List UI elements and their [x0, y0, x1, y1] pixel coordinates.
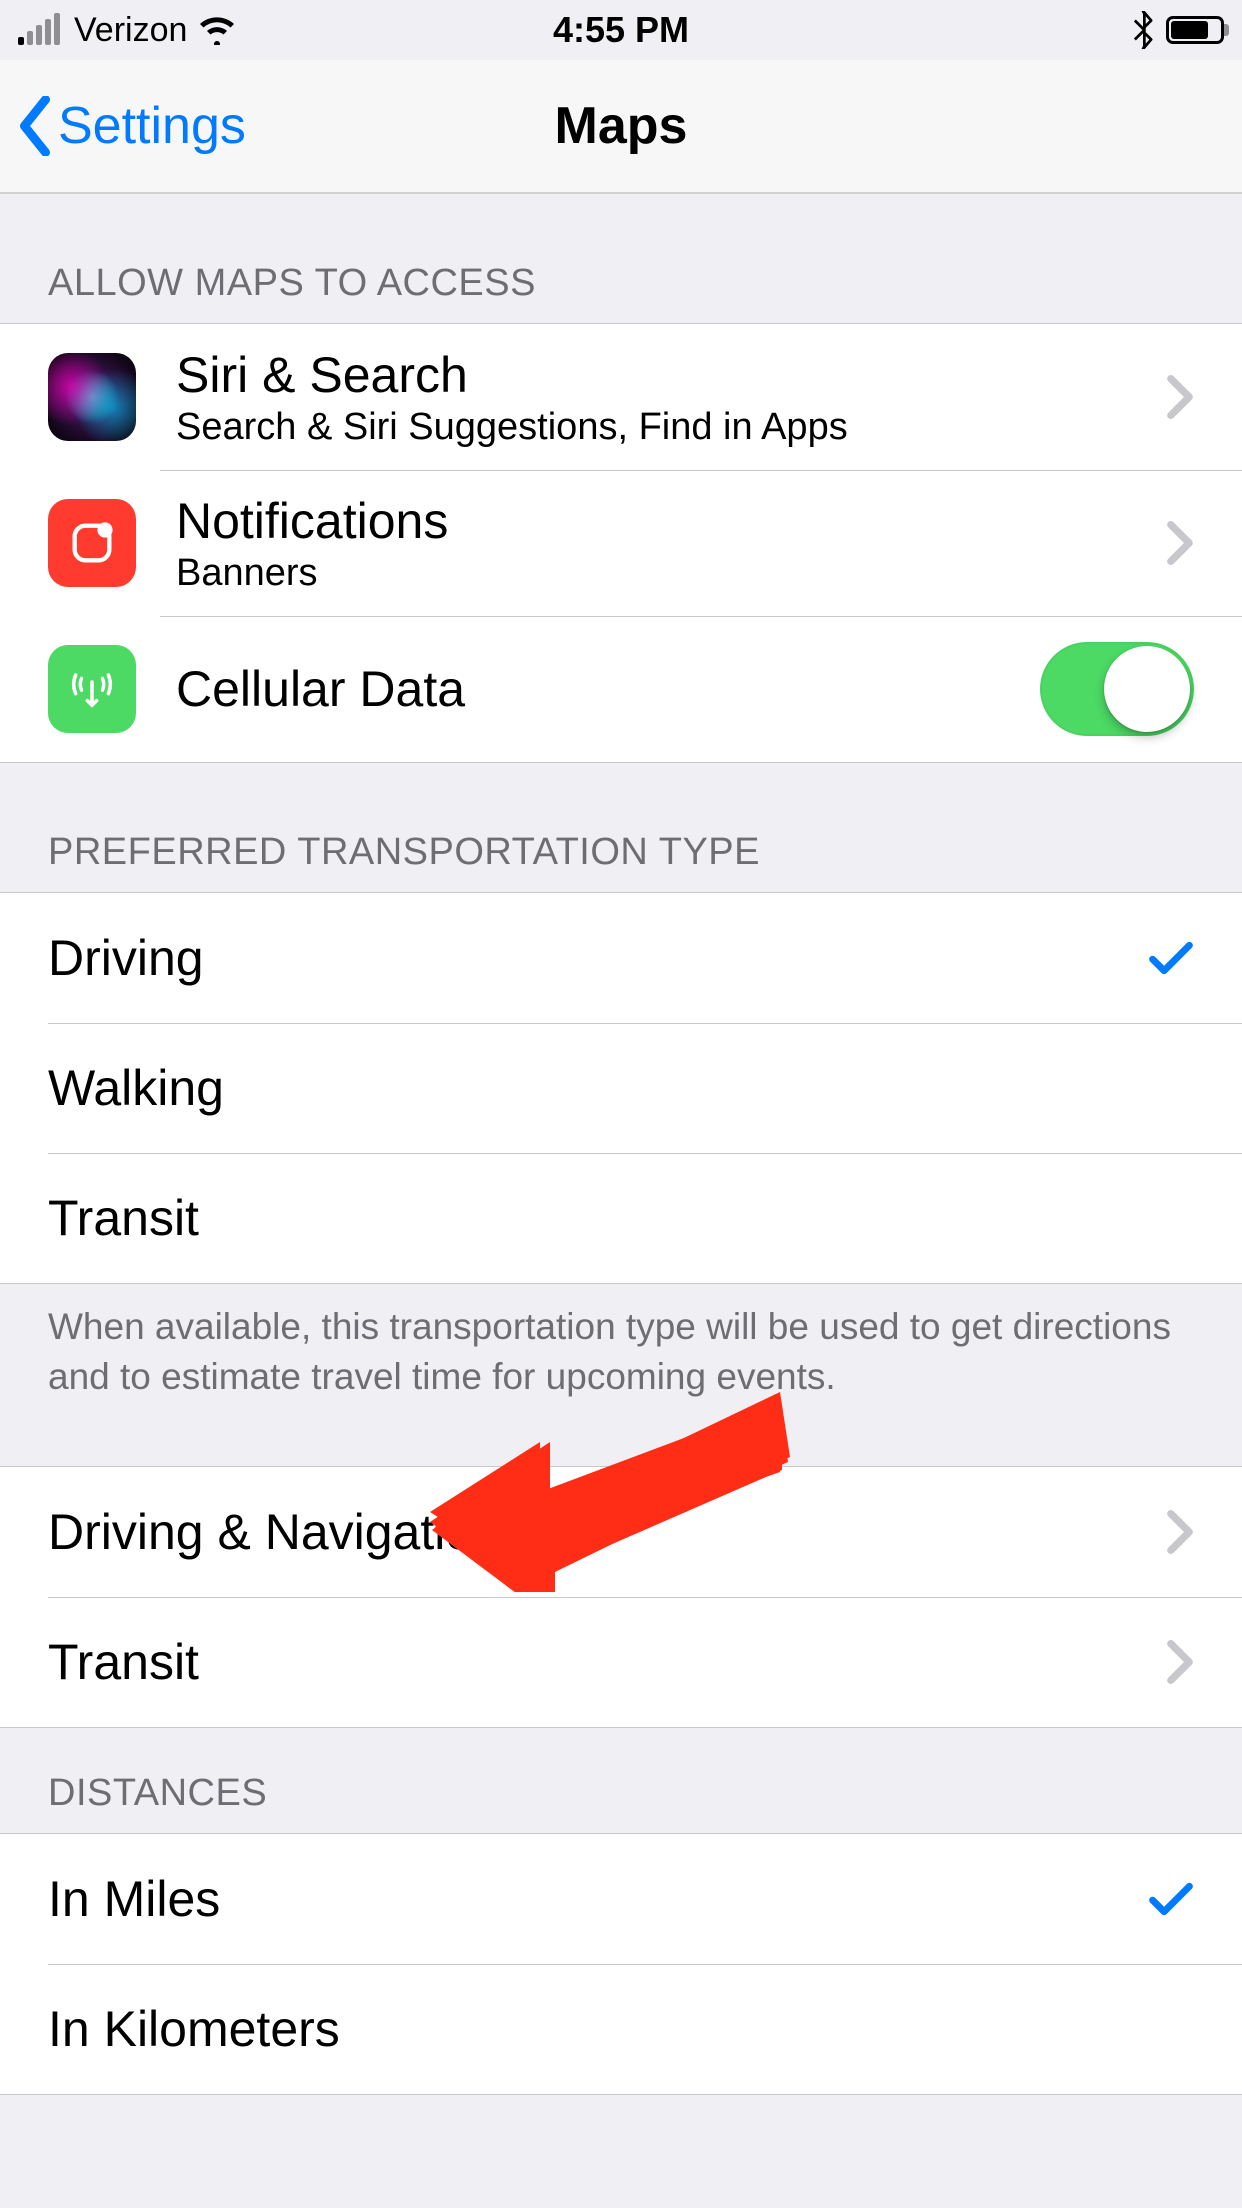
row-sub-siri: Search & Siri Suggestions, Find in Apps: [176, 406, 1146, 449]
back-label: Settings: [58, 96, 246, 156]
group-access: Siri & Search Search & Siri Suggestions,…: [0, 323, 1242, 763]
row-transport-driving[interactable]: Driving: [0, 893, 1242, 1023]
checkmark-icon: [1148, 938, 1194, 978]
chevron-right-icon: [1166, 375, 1194, 419]
row-notifications[interactable]: Notifications Banners: [0, 470, 1242, 616]
nav-bar: Settings Maps: [0, 60, 1242, 194]
row-siri-search[interactable]: Siri & Search Search & Siri Suggestions,…: [0, 324, 1242, 470]
back-button[interactable]: Settings: [16, 96, 246, 156]
row-title-siri: Siri & Search: [176, 346, 1146, 404]
signal-icon: [18, 15, 60, 45]
section-header-transport: PREFERRED TRANSPORTATION TYPE: [0, 763, 1242, 892]
checkmark-icon: [1148, 1879, 1194, 1919]
row-transport-walking[interactable]: Walking: [0, 1023, 1242, 1153]
label-driving: Driving: [48, 929, 1148, 987]
section-header-access: ALLOW MAPS TO ACCESS: [0, 194, 1242, 323]
page-title: Maps: [555, 96, 688, 156]
battery-icon: [1166, 16, 1224, 44]
label-km: In Kilometers: [48, 2000, 1194, 2058]
carrier-label: Verizon: [74, 11, 187, 50]
label-walking: Walking: [48, 1059, 1194, 1117]
status-time: 4:55 PM: [553, 9, 689, 51]
notifications-icon: [48, 499, 136, 587]
wifi-icon: [197, 15, 237, 45]
row-distance-km[interactable]: In Kilometers: [0, 1964, 1242, 2094]
chevron-left-icon: [16, 96, 54, 156]
row-driving-navigation[interactable]: Driving & Navigation: [0, 1467, 1242, 1597]
cellular-icon: [48, 645, 136, 733]
row-transport-transit[interactable]: Transit: [0, 1153, 1242, 1283]
row-transit-settings[interactable]: Transit: [0, 1597, 1242, 1727]
group-transport: Driving Walking Transit: [0, 892, 1242, 1284]
label-transit: Transit: [48, 1189, 1194, 1247]
siri-icon: [48, 353, 136, 441]
label-driving-navigation: Driving & Navigation: [48, 1503, 1146, 1561]
row-title-notifications: Notifications: [176, 492, 1146, 550]
status-left: Verizon: [18, 11, 237, 50]
chevron-right-icon: [1166, 521, 1194, 565]
row-distance-miles[interactable]: In Miles: [0, 1834, 1242, 1964]
section-header-distances: DISTANCES: [0, 1728, 1242, 1833]
row-sub-notifications: Banners: [176, 552, 1146, 595]
cellular-toggle[interactable]: [1040, 642, 1194, 736]
status-right: [1130, 11, 1224, 49]
section-footer-transport: When available, this transportation type…: [0, 1284, 1242, 1410]
row-title-cellular: Cellular Data: [176, 660, 1040, 718]
label-miles: In Miles: [48, 1870, 1148, 1928]
group-distances: In Miles In Kilometers: [0, 1833, 1242, 2095]
chevron-right-icon: [1166, 1510, 1194, 1554]
label-transit-settings: Transit: [48, 1633, 1146, 1691]
group-navigation: Driving & Navigation Transit: [0, 1466, 1242, 1728]
chevron-right-icon: [1166, 1640, 1194, 1684]
row-cellular-data: Cellular Data: [0, 616, 1242, 762]
status-bar: Verizon 4:55 PM: [0, 0, 1242, 60]
bluetooth-icon: [1130, 11, 1156, 49]
